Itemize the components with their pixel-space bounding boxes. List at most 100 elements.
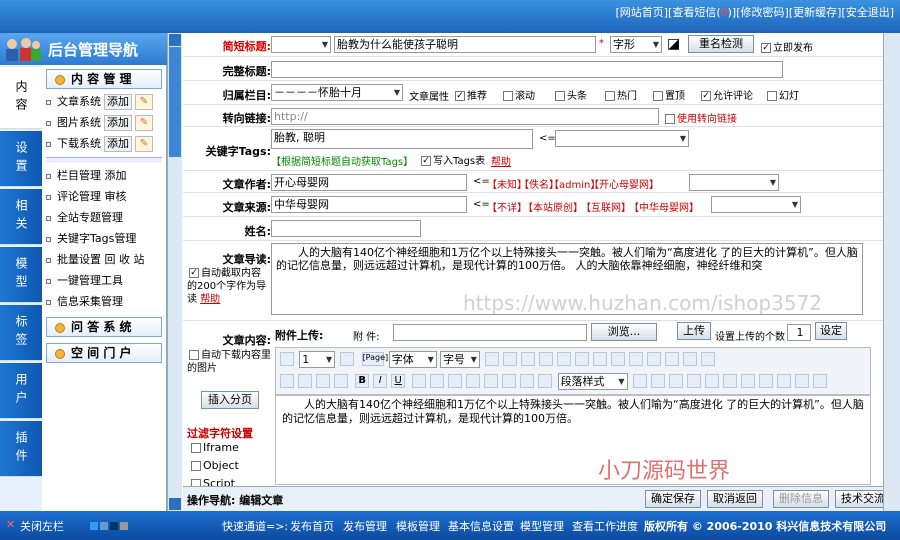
checkbox[interactable] (767, 91, 777, 101)
align-center-icon[interactable] (484, 374, 499, 388)
nav-item[interactable]: 栏目管理 添加 (46, 167, 127, 185)
font-style-select[interactable]: 字形 (610, 36, 662, 53)
checkbox[interactable] (191, 461, 201, 471)
replace-icon[interactable] (503, 352, 518, 366)
save-button[interactable]: 确定保存 (645, 490, 701, 508)
checkbox[interactable] (189, 350, 199, 360)
use-redirect[interactable]: 使用转向链接 (663, 110, 737, 125)
cancel-button[interactable]: 取消返回 (707, 490, 763, 508)
attr-headline[interactable]: 头条 (553, 87, 587, 102)
tags-write[interactable]: 写入Tags表 (419, 152, 485, 167)
checkbox[interactable] (455, 91, 465, 101)
nav-item[interactable]: 一键管理工具 (46, 272, 123, 290)
publish-now-checkbox[interactable] (761, 43, 771, 53)
checkbox[interactable] (665, 114, 675, 124)
name-input[interactable] (271, 220, 421, 237)
nav-item[interactable]: 信息采集管理 (46, 293, 123, 311)
footer-link[interactable]: 发布首页 (290, 518, 334, 534)
auto-intro[interactable]: 自动截取内容的200个字作为导读 帮助 (187, 267, 269, 306)
tab-settings[interactable]: 设置 (0, 131, 42, 187)
filter-iframe[interactable]: Iframe (189, 441, 239, 454)
checkbox[interactable] (653, 91, 663, 101)
section-portal[interactable]: 空 间 门 户 (46, 343, 162, 363)
redirect-input[interactable]: http:// (271, 108, 659, 125)
footer-link[interactable]: 模型管理 (520, 518, 564, 534)
ordered-list-icon[interactable] (650, 374, 665, 388)
filter-object[interactable]: Object (189, 459, 239, 472)
align-right-icon[interactable] (502, 374, 517, 388)
emoticon-icon[interactable] (776, 374, 791, 388)
delete-button[interactable]: 删除信息 (773, 490, 829, 508)
swatch-navy-icon[interactable] (110, 522, 118, 530)
subscript-icon[interactable] (334, 374, 348, 388)
paste-icon[interactable] (665, 352, 680, 366)
bg-color-icon[interactable] (448, 374, 463, 388)
nav-label[interactable]: 下载系统 (57, 137, 101, 150)
intro-help-link[interactable]: 帮助 (200, 294, 220, 305)
footer-link[interactable]: 查看工作进度 (572, 518, 638, 534)
italic-icon[interactable]: I (373, 374, 388, 388)
nav-item[interactable]: 关键字Tags管理 (46, 230, 136, 248)
publish-now[interactable]: 立即发布 (759, 39, 813, 54)
checkbox[interactable] (555, 91, 565, 101)
page-break-icon[interactable]: [Page] (361, 352, 388, 366)
tab-users[interactable]: 用户 (0, 363, 42, 419)
play-icon[interactable] (758, 374, 773, 388)
redo-icon[interactable] (298, 374, 312, 388)
tags-input[interactable]: 胎教, 聪明 (271, 129, 533, 149)
wrench-icon[interactable]: ✎ (135, 136, 153, 152)
auto-download[interactable]: 自动下载内容里的图片 (187, 349, 271, 375)
preview-icon[interactable] (701, 352, 716, 366)
hr-icon[interactable] (686, 374, 701, 388)
source-opt[interactable]: 【互联网】 (581, 199, 631, 214)
image-icon[interactable] (704, 374, 719, 388)
footer-link[interactable]: 发布管理 (343, 518, 387, 534)
add-image-button[interactable]: 添加 (104, 115, 132, 131)
help-link[interactable]: 帮助 (491, 153, 511, 168)
eraser-icon[interactable] (521, 352, 536, 366)
tab-related[interactable]: 相关 (0, 189, 42, 245)
attach-input[interactable] (393, 324, 587, 341)
link-refresh-cache[interactable]: [更新缓存] (789, 6, 842, 19)
section-content[interactable]: 内 容 管 理 (46, 69, 162, 89)
table-insert-icon[interactable] (647, 352, 662, 366)
set-button[interactable]: 设定 (815, 322, 847, 340)
attr-top[interactable]: 置顶 (651, 87, 685, 102)
outdent-icon[interactable] (668, 374, 683, 388)
link-change-password[interactable]: [修改密码] (736, 6, 789, 19)
underline-icon[interactable]: U (391, 374, 406, 388)
abc-icon[interactable] (539, 352, 554, 366)
new-doc-icon[interactable] (280, 352, 294, 366)
dup-check-button[interactable]: 重名检测 (688, 35, 754, 53)
media-icon[interactable] (611, 352, 626, 366)
filter-script[interactable]: Script (189, 477, 235, 486)
checkbox[interactable] (701, 91, 711, 101)
category-select[interactable]: －－－－怀胎十月 (271, 84, 403, 101)
source-opt[interactable]: 【本站原创】 (523, 199, 583, 214)
font-size-select[interactable]: 字号 (439, 350, 480, 368)
font-family-select[interactable]: 字体 (388, 350, 437, 368)
footer-link[interactable]: 基本信息设置 (448, 518, 514, 534)
content-editor[interactable]: 人的大脑有140亿个神经细胞和1万亿个以上特殊接头一一突触。被人们喻为“高度进化… (275, 395, 871, 485)
wrench-icon[interactable]: ✎ (135, 115, 153, 131)
find-icon[interactable] (485, 352, 500, 366)
copy-icon[interactable] (575, 352, 590, 366)
justify-icon[interactable] (538, 374, 553, 388)
nav-label[interactable]: 图片系统 (57, 116, 101, 129)
link-logout[interactable]: [安全退出] (841, 6, 894, 19)
right-scrollbar[interactable] (883, 33, 900, 511)
attr-slide[interactable]: 幻灯 (765, 87, 799, 102)
excel-icon[interactable] (593, 352, 608, 366)
remove-format-icon[interactable] (557, 352, 572, 366)
tab-content[interactable]: 内容 (0, 67, 42, 129)
align-left-icon[interactable] (466, 374, 481, 388)
color-swatches[interactable] (90, 520, 128, 533)
full-title-input[interactable] (271, 61, 783, 78)
add-article-button[interactable]: 添加 (104, 94, 132, 110)
source-opt[interactable]: 【不详】 (487, 199, 527, 214)
close-left-link[interactable]: 关闭左栏 (20, 518, 64, 534)
list-icon[interactable] (632, 374, 647, 388)
superscript-icon[interactable] (316, 374, 330, 388)
swatch-blue-icon[interactable] (90, 522, 98, 530)
link-site-home[interactable]: [网站首页] (615, 6, 668, 19)
